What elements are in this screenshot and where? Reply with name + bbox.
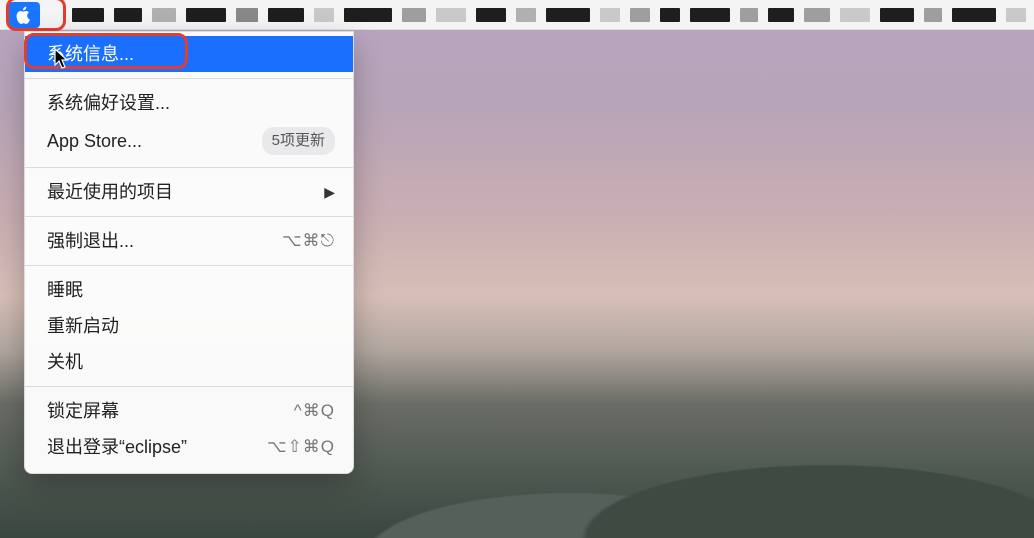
menu-separator	[25, 216, 353, 217]
menubar	[0, 0, 1034, 30]
menubar-obscured-block	[880, 8, 914, 22]
apple-menu-dropdown: 系统信息... 系统偏好设置... App Store... 5项更新 最近使用…	[24, 31, 354, 474]
menubar-obscured-block	[660, 8, 680, 22]
menubar-obscured-block	[516, 8, 536, 22]
menu-item-label: 睡眠	[47, 278, 83, 302]
menubar-obscured-block	[402, 8, 426, 22]
menubar-obscured-block	[152, 8, 176, 22]
menubar-obscured-block	[236, 8, 258, 22]
menubar-obscured-block	[630, 8, 650, 22]
menu-item-label: 重新启动	[47, 314, 119, 338]
menubar-obscured-block	[768, 8, 794, 22]
menu-item-restart[interactable]: 重新启动	[25, 308, 353, 344]
menu-item-label: 系统偏好设置...	[47, 91, 170, 115]
menubar-obscured-items	[52, 8, 1026, 22]
menu-item-label: App Store...	[47, 129, 142, 153]
apple-menu-button[interactable]	[8, 2, 40, 28]
menubar-obscured-block	[546, 8, 590, 22]
menu-item-label: 退出登录“eclipse”	[47, 435, 187, 459]
menubar-obscured-block	[804, 8, 830, 22]
menubar-obscured-block	[1006, 8, 1026, 22]
menubar-obscured-block	[476, 8, 506, 22]
desktop: 系统信息... 系统偏好设置... App Store... 5项更新 最近使用…	[0, 0, 1034, 538]
menu-item-label: 最近使用的项目	[47, 180, 173, 204]
menubar-obscured-block	[952, 8, 996, 22]
menubar-obscured-block	[740, 8, 758, 22]
menu-item-label: 强制退出...	[47, 229, 134, 253]
menubar-obscured-block	[114, 8, 142, 22]
menu-item-force-quit[interactable]: 强制退出... ⌥⌘⎋	[25, 223, 353, 259]
menubar-obscured-block	[436, 8, 466, 22]
menu-item-shortcut: ⌥⌘⎋	[282, 229, 335, 253]
menu-item-label: 系统信息...	[47, 42, 134, 66]
app-store-update-badge: 5项更新	[262, 127, 335, 155]
menu-separator	[25, 167, 353, 168]
menubar-obscured-block	[268, 8, 304, 22]
menu-item-lock-screen[interactable]: 锁定屏幕 ^⌘Q	[25, 393, 353, 429]
menubar-obscured-block	[314, 8, 334, 22]
menu-item-shortcut: ⌥⇧⌘Q	[267, 435, 335, 459]
menubar-obscured-block	[690, 8, 730, 22]
menubar-obscured-block	[186, 8, 226, 22]
menu-item-sleep[interactable]: 睡眠	[25, 272, 353, 308]
menu-separator	[25, 78, 353, 79]
menu-item-system-info[interactable]: 系统信息...	[25, 36, 353, 72]
menubar-obscured-block	[600, 8, 620, 22]
menubar-obscured-block	[344, 8, 392, 22]
menu-item-label: 锁定屏幕	[47, 399, 119, 423]
menubar-obscured-block	[72, 8, 104, 22]
submenu-arrow-icon: ▶	[324, 180, 335, 204]
menubar-obscured-block	[840, 8, 870, 22]
menu-separator	[25, 386, 353, 387]
menu-item-logout[interactable]: 退出登录“eclipse” ⌥⇧⌘Q	[25, 429, 353, 465]
menu-separator	[25, 265, 353, 266]
menu-item-app-store[interactable]: App Store... 5项更新	[25, 121, 353, 161]
menu-item-shortcut: ^⌘Q	[294, 399, 335, 423]
menu-item-label: 关机	[47, 350, 83, 374]
menubar-obscured-block	[924, 8, 942, 22]
menu-item-shutdown[interactable]: 关机	[25, 344, 353, 380]
apple-logo-icon	[16, 6, 32, 24]
menu-item-system-preferences[interactable]: 系统偏好设置...	[25, 85, 353, 121]
menu-item-recent-items[interactable]: 最近使用的项目 ▶	[25, 174, 353, 210]
